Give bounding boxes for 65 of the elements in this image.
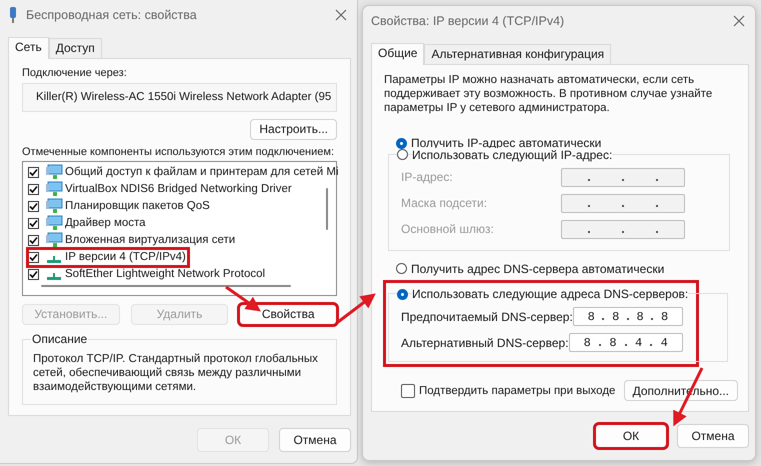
component-item[interactable]: VirtualBox NDIS6 Bridged Networking Driver — [28, 180, 294, 198]
component-action-button[interactable]: Свойства — [239, 304, 338, 325]
configure-button[interactable]: Настроить... — [250, 118, 337, 140]
network-service-icon — [45, 164, 63, 180]
component-item[interactable]: Общий доступ к файлам и принтерам для сетей Mi — [28, 164, 341, 181]
field-label: IP-адрес: — [401, 170, 453, 184]
radio-button[interactable] — [397, 288, 408, 300]
field-label: Предпочитаемый DNS-сервер: — [401, 310, 573, 324]
network-protocol-icon — [47, 272, 61, 280]
checkbox[interactable] — [28, 268, 39, 280]
dialog-button[interactable]: Отмена — [677, 424, 749, 448]
close-icon[interactable] — [733, 15, 745, 27]
radio-button[interactable] — [397, 149, 408, 160]
network-protocol-icon — [47, 256, 61, 263]
field-label: Основной шлюз: — [401, 222, 494, 236]
checkbox-label: Подтвердить параметры при выходе — [419, 384, 616, 396]
tab[interactable]: Доступ — [48, 38, 102, 58]
description-title: Описание — [31, 332, 88, 346]
close-icon[interactable] — [335, 9, 347, 21]
annotation-arrow — [337, 293, 376, 324]
connect-via-label: Подключение через: — [22, 67, 128, 79]
checkbox[interactable] — [28, 234, 39, 246]
checkbox[interactable] — [401, 384, 415, 398]
tab[interactable]: Альтернативная конфигурация — [424, 44, 612, 64]
annotation-arrow — [225, 286, 261, 312]
radio-label: Использовать следующий IP-адрес: — [412, 148, 612, 162]
network-service-icon — [45, 198, 63, 214]
component-item[interactable]: Вложенная виртуализация сети — [28, 232, 238, 249]
components-label: Отмеченные компоненты используются этим подключением: — [22, 146, 336, 158]
checkbox[interactable] — [28, 200, 39, 212]
intro-text: Параметры IP можно назначать автоматически, если сеть поддерживает эту возможность. В противном случае узнайте параметры IP у сетевого администратора. — [384, 73, 714, 115]
description-text: Протокол TCP/IP. Стандартный протокол глобальных сетей, обеспечивающий связь между различными взаимодействующими сетями. — [33, 352, 319, 394]
field-label: Альтернативный DNS-сервер: — [401, 336, 569, 350]
tab[interactable]: Сеть — [8, 37, 49, 59]
component-item[interactable]: Драйвер моста — [28, 214, 148, 232]
dialog-button[interactable]: Отмена — [279, 428, 351, 452]
ip-address-field[interactable] — [561, 194, 685, 212]
checkbox[interactable] — [28, 166, 39, 178]
radio-button[interactable] — [396, 138, 407, 149]
adapter-icon — [8, 6, 18, 24]
radio-label: Получить адрес DNS-сервера автоматически — [411, 262, 664, 276]
component-item[interactable]: SoftEther Lightweight Network Protocol — [28, 266, 268, 283]
scrollbar[interactable] — [41, 284, 291, 287]
radio-label: Использовать следующие адреса DNS-серверов: — [412, 287, 688, 301]
tab[interactable]: Общие — [371, 43, 424, 65]
network-service-icon — [45, 181, 63, 198]
component-item[interactable]: Планировщик пакетов QoS — [28, 198, 212, 215]
ip-address-field[interactable]: 8 8 4 4 — [568, 333, 683, 352]
ip-address-field[interactable]: 8 8 8 8 — [572, 307, 683, 326]
field-label: Маска подсети: — [401, 196, 488, 210]
ip-address-field[interactable] — [561, 220, 685, 238]
checkbox[interactable] — [28, 184, 39, 195]
scrollbar[interactable] — [326, 188, 328, 230]
component-item[interactable]: IP версии 4 (TCP/IPv4) — [28, 248, 188, 266]
dialog-button[interactable]: ОК — [595, 424, 667, 448]
radio-button[interactable] — [396, 263, 407, 274]
ip-address-field[interactable] — [561, 168, 685, 186]
window-title: Свойства: IP версии 4 (TCP/IPv4) — [371, 14, 566, 28]
window-title: Беспроводная сеть: свойства — [26, 8, 198, 22]
network-service-icon — [45, 215, 63, 232]
checkbox[interactable] — [28, 218, 39, 229]
checkbox[interactable] — [28, 252, 39, 263]
adapter-name: Killer(R) Wireless-AC 1550i Wireless Network Adapter (95 — [36, 91, 332, 104]
network-service-icon — [45, 232, 63, 248]
radio-label: Получить IP-адрес автоматически — [411, 136, 602, 150]
